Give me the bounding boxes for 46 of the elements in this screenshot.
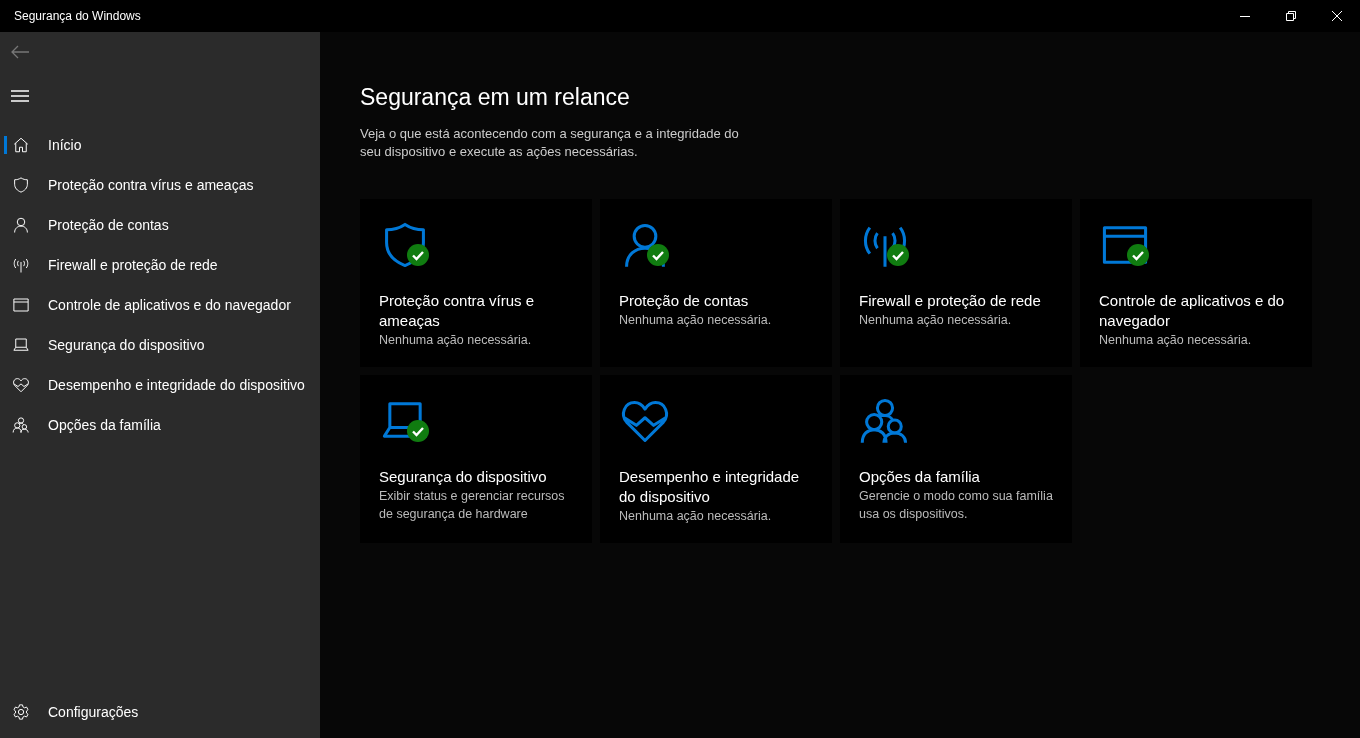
home-icon (12, 136, 30, 154)
antenna-icon (12, 256, 30, 274)
card-status: Exibir status e gerenciar recursos de segurança de hardware (379, 488, 566, 523)
card-status: Gerencie o modo como sua família usa os dispositivos. (859, 488, 1054, 523)
card-title: Firewall e proteção de rede (859, 291, 1042, 311)
heartbeat-icon (12, 376, 30, 394)
shield-icon (12, 176, 30, 194)
card-title: Proteção contra vírus e ameaças (379, 291, 536, 331)
page-heading: Segurança em um relance (360, 84, 631, 111)
close-icon (1332, 11, 1342, 21)
page-description: Veja o que está acontecendo com a segurança e a integridade do seu dispositivo e execute as ações necessárias. (360, 125, 740, 161)
sidebar-item[interactable]: Controle de aplicativos e do navegador (0, 285, 320, 325)
laptop-icon (12, 336, 30, 354)
card-status: Nenhuma ação necessária. (619, 312, 773, 329)
sidebar-item[interactable]: Opções da família (0, 405, 320, 445)
browser-window-icon (12, 296, 30, 314)
window-title: Segurança do Windows (13, 9, 142, 23)
status-card[interactable]: Desempenho e integridade do dispositivo Nenhuma ação necessária. (600, 375, 832, 543)
status-card[interactable]: Segurança do dispositivo Exibir status e gerenciar recursos de segurança de hardware (360, 375, 592, 543)
status-card[interactable]: Proteção contra vírus e ameaças Nenhuma ação necessária. (360, 199, 592, 367)
status-card[interactable]: Proteção de contas Nenhuma ação necessária. (600, 199, 832, 367)
card-status: Nenhuma ação necessária. (859, 312, 1013, 329)
back-arrow-icon (11, 45, 29, 59)
menu-icon (11, 90, 29, 102)
sidebar-item[interactable]: Proteção contra vírus e ameaças (0, 165, 320, 205)
card-status: Nenhuma ação necessária. (619, 508, 773, 525)
settings-item[interactable]: Configurações (0, 692, 320, 732)
card-status: Nenhuma ação necessária. (379, 332, 533, 349)
card-title: Desempenho e integridade do dispositivo (619, 467, 801, 507)
card-title: Opções da família (859, 467, 981, 487)
restore-icon (1286, 11, 1296, 21)
status-card[interactable]: Firewall e proteção de rede Nenhuma ação necessária. (840, 199, 1072, 367)
sidebar-item[interactable]: Proteção de contas (0, 205, 320, 245)
sidebar-item[interactable]: Desempenho e integridade do dispositivo (0, 365, 320, 405)
sidebar-item[interactable]: Segurança do dispositivo (0, 325, 320, 365)
card-status: Nenhuma ação necessária. (1099, 332, 1253, 349)
card-title: Controle de aplicativos e do navegador (1099, 291, 1286, 331)
card-title: Segurança do dispositivo (379, 467, 548, 487)
settings-icon (12, 703, 30, 721)
person-icon (12, 216, 30, 234)
sidebar-item[interactable]: Início (0, 125, 320, 165)
family-icon (12, 416, 30, 434)
sidebar-item[interactable]: Firewall e proteção de rede (0, 245, 320, 285)
card-title: Proteção de contas (619, 291, 750, 311)
status-card[interactable]: Controle de aplicativos e do navegador Nenhuma ação necessária. (1080, 199, 1312, 367)
status-card[interactable]: Opções da família Gerencie o modo como sua família usa os dispositivos. (840, 375, 1072, 543)
